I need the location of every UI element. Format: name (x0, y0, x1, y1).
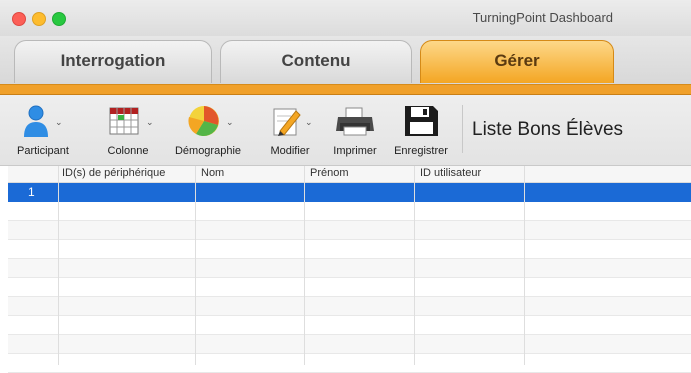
edit-button[interactable]: ⌄ Modifier (260, 101, 320, 161)
column-button[interactable]: ⌄ Colonne (94, 101, 162, 161)
column-divider (58, 166, 59, 365)
column-divider (195, 166, 196, 365)
column-label: Colonne (107, 145, 149, 157)
save-label: Enregistrer (394, 145, 448, 157)
save-button[interactable]: Enregistrer (388, 101, 454, 161)
column-header-device-id[interactable]: ID(s) de périphérique (62, 167, 165, 179)
table-header: ID(s) de périphérique Nom Prénom ID util… (8, 166, 691, 183)
table-row[interactable] (8, 335, 691, 354)
demographics-button[interactable]: ⌄ Démographie (166, 101, 250, 161)
column-divider (524, 166, 525, 365)
print-button[interactable]: Imprimer (326, 101, 384, 161)
table-row[interactable] (8, 240, 691, 259)
list-name: Liste Bons Élèves (472, 119, 624, 140)
column-header-user-id[interactable]: ID utilisateur (420, 167, 481, 179)
printer-icon (336, 107, 374, 136)
pie-chart-icon (188, 106, 219, 137)
edit-label: Modifier (270, 145, 310, 157)
tab-gerer[interactable]: Gérer (420, 40, 614, 83)
participant-icon (24, 105, 48, 137)
row-number: 1 (28, 185, 35, 199)
demographics-label: Démographie (174, 145, 242, 157)
participant-button[interactable]: ⌄ Participant (6, 101, 80, 161)
column-header-first-name[interactable]: Prénom (310, 167, 349, 179)
window-title: TurningPoint Dashboard (472, 10, 613, 25)
table-row[interactable] (8, 259, 691, 278)
print-label: Imprimer (333, 145, 377, 157)
tab-interrogation[interactable]: Interrogation (14, 40, 212, 83)
title-bar: TurningPoint Dashboard (0, 0, 691, 36)
participant-table: ID(s) de périphérique Nom Prénom ID util… (8, 166, 691, 373)
table-row[interactable] (8, 221, 691, 240)
participant-label: Participant (17, 145, 69, 157)
table-row[interactable]: 1 (8, 183, 691, 202)
toolbar-separator (462, 105, 463, 153)
chevron-down-icon: ⌄ (305, 117, 313, 127)
column-divider (304, 166, 305, 365)
table-row[interactable] (8, 297, 691, 316)
chevron-down-icon: ⌄ (146, 117, 154, 127)
column-divider (414, 166, 415, 365)
chevron-down-icon: ⌄ (55, 117, 63, 127)
tab-contenu[interactable]: Contenu (220, 40, 412, 83)
toolbar: ⌄ Participant ⌄ Colonne ⌄ Démographie ⌄ … (0, 95, 691, 166)
floppy-disk-icon (405, 106, 438, 136)
active-tab-bar (0, 84, 691, 95)
table-row[interactable] (8, 202, 691, 221)
column-header-last-name[interactable]: Nom (201, 167, 224, 179)
table-row[interactable] (8, 316, 691, 335)
chevron-down-icon: ⌄ (226, 117, 234, 127)
tab-strip: Interrogation Contenu Gérer (0, 36, 691, 84)
table-row[interactable] (8, 354, 691, 373)
table-row[interactable] (8, 278, 691, 297)
